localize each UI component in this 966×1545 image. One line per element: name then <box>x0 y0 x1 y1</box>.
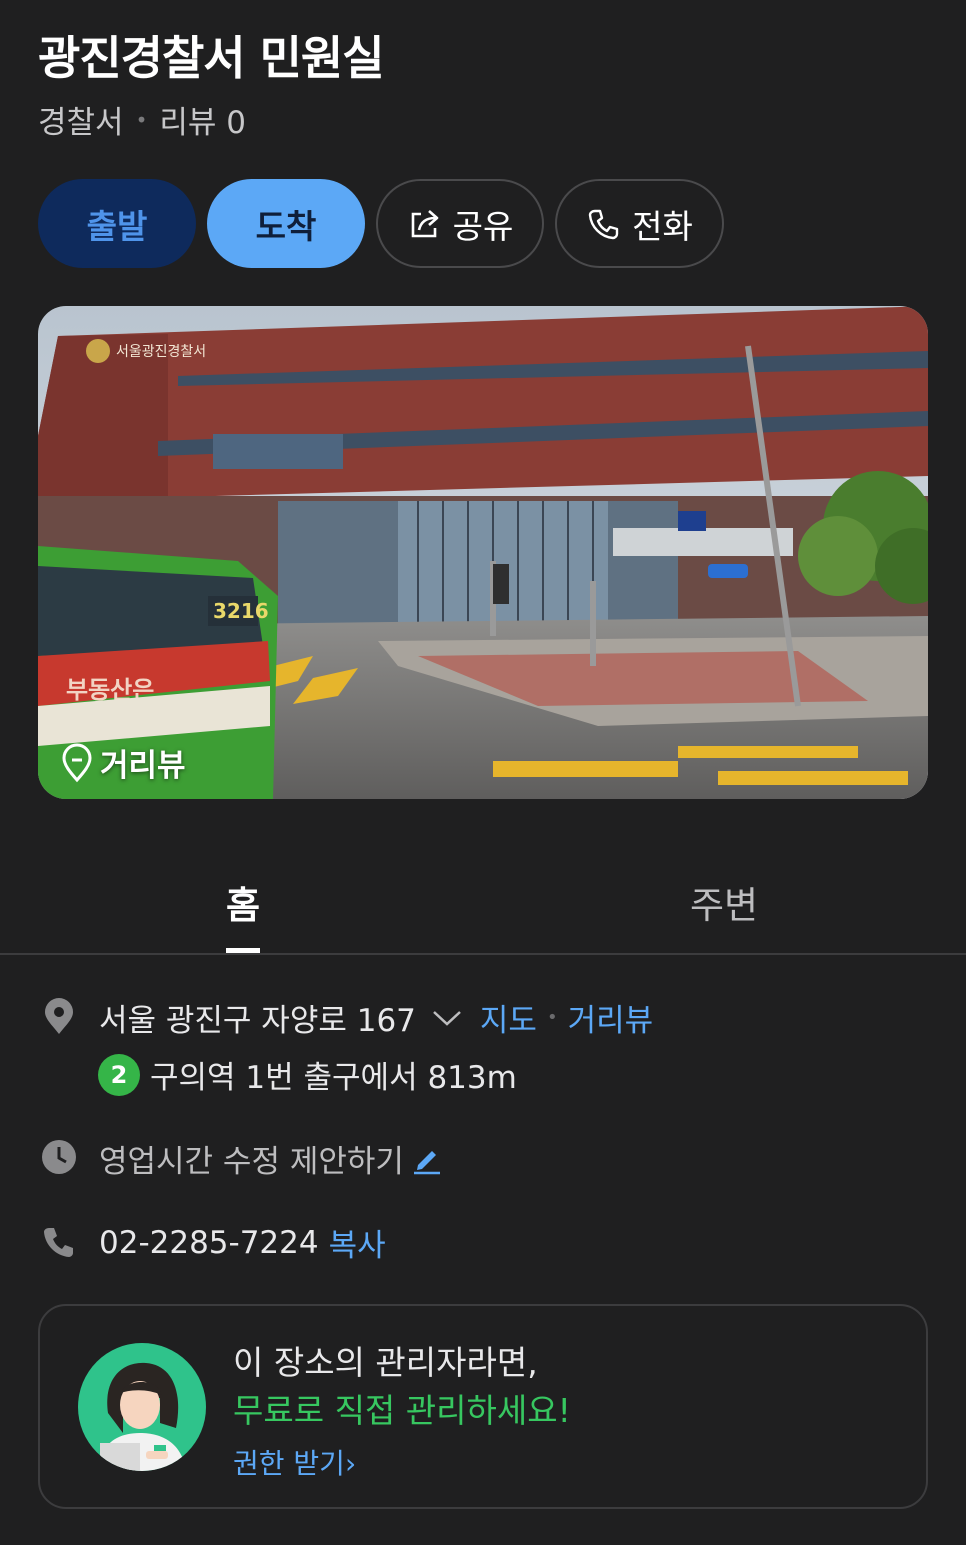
place-title: 광진경찰서 민원실 <box>38 31 385 85</box>
phone-icon <box>44 1228 73 1257</box>
subway-line-badge: 2 <box>98 1053 140 1096</box>
police-station-photo: 서울광진경찰서 3216 부동산은 <box>38 306 928 799</box>
address-text: 서울 광진구 자양로 167 <box>99 1003 416 1039</box>
place-photo[interactable]: 서울광진경찰서 3216 부동산은 거리뷰 <box>38 306 928 799</box>
arrive-label: 도착 <box>255 206 317 246</box>
phone-icon <box>588 209 619 239</box>
subway-row: 2 구의역 1번 출구에서 813m <box>98 1052 517 1097</box>
depart-button[interactable]: 출발 <box>38 179 196 268</box>
phone-row: 02-2285-7224 복사 <box>99 1220 386 1265</box>
location-pin-icon <box>62 743 92 782</box>
owner-card-line2: 무료로 직접 관리하세요! <box>233 1391 571 1430</box>
phone-number[interactable]: 02-2285-7224 <box>99 1225 319 1261</box>
subway-text: 구의역 1번 출구에서 813m <box>150 1060 517 1096</box>
arrive-button[interactable]: 도착 <box>207 179 365 268</box>
edit-pencil-icon[interactable] <box>412 1143 442 1175</box>
active-tab-indicator <box>226 948 260 953</box>
tab-nearby[interactable]: 주변 <box>690 875 758 929</box>
manager-illustration <box>78 1343 206 1471</box>
call-label: 전화 <box>632 206 693 246</box>
tab-home[interactable]: 홈 <box>226 875 260 929</box>
separator-dot: • <box>135 107 148 132</box>
claim-permission-link[interactable]: 권한 받기› <box>233 1442 356 1482</box>
owner-card-line1: 이 장소의 관리자라면, <box>233 1343 538 1382</box>
copy-link[interactable]: 복사 <box>329 1220 386 1265</box>
map-link[interactable]: 지도 <box>480 995 537 1040</box>
place-meta: 경찰서 • 리뷰 0 <box>38 97 246 142</box>
streetview-link[interactable]: 거리뷰 <box>568 995 654 1040</box>
svg-text:3216: 3216 <box>213 599 269 623</box>
claim-permission-label: 권한 받기 <box>233 1447 345 1480</box>
manager-avatar <box>78 1343 206 1471</box>
share-icon <box>411 209 438 237</box>
owner-claim-card[interactable]: 이 장소의 관리자라면, 무료로 직접 관리하세요! 권한 받기› <box>38 1304 928 1509</box>
clock-icon <box>42 1140 76 1174</box>
hours-row[interactable]: 영업시간 수정 제안하기 <box>99 1136 442 1181</box>
share-button[interactable]: 공유 <box>376 179 544 268</box>
streetview-label: 거리뷰 <box>100 748 186 784</box>
tab-bar: 홈 주변 <box>0 845 966 955</box>
address-row: 서울 광진구 자양로 167 지도 • 거리뷰 <box>99 995 653 1040</box>
svg-text:서울광진경찰서: 서울광진경찰서 <box>116 344 206 360</box>
depart-label: 출발 <box>86 206 148 246</box>
call-button[interactable]: 전화 <box>555 179 724 268</box>
chevron-down-icon[interactable] <box>432 1008 462 1028</box>
chevron-right-icon: › <box>344 1447 357 1480</box>
share-label: 공유 <box>452 206 514 246</box>
hours-suggest-text: 영업시간 수정 제안하기 <box>99 1144 404 1180</box>
location-pin-icon <box>45 998 73 1034</box>
place-category: 경찰서 <box>38 105 124 141</box>
streetview-badge[interactable]: 거리뷰 <box>60 740 186 785</box>
separator-dot: • <box>546 1007 558 1028</box>
review-count[interactable]: 리뷰 0 <box>159 97 246 142</box>
